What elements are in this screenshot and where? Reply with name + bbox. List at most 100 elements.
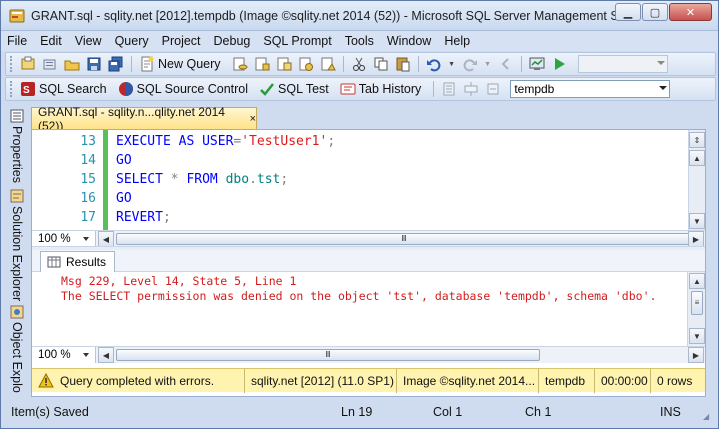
messages-pane[interactable]: Msg 229, Level 14, State 5, Line 1 The S… [32,272,687,346]
connect-icon[interactable] [463,81,479,97]
editor-vertical-scrollbar[interactable]: ⇕ ▲ ▼ [688,130,705,230]
split-handle-icon[interactable]: ⇕ [689,132,705,148]
code-line[interactable]: 17 REVERT; [32,208,688,227]
status-message-text: Query completed with errors. [60,373,215,388]
menu-window[interactable]: Window [387,34,431,48]
change-connection-icon[interactable] [485,81,501,97]
code-line[interactable]: 13 EXECUTE AS USER='TestUser1'; [32,132,688,151]
sql-test-button[interactable]: SQL Test [278,82,329,96]
minimize-button[interactable]: ▁ [615,3,641,21]
side-tab-solution-explorer[interactable]: Solution Explorer [7,189,27,301]
scroll-right-button[interactable]: ▶ [688,231,704,247]
save-icon[interactable] [86,56,102,72]
maximize-button[interactable]: ▢ [642,3,668,21]
undo-icon[interactable] [426,56,442,72]
database-select[interactable]: tempdb [510,80,671,98]
vertical-scroll-thumb[interactable]: ≡ [691,291,703,315]
scroll-left-button[interactable]: ◀ [98,347,114,363]
sql-test-icon[interactable] [259,81,275,97]
solution-config-combo[interactable] [577,55,668,73]
scroll-down-button[interactable]: ▼ [689,213,705,229]
tab-results[interactable]: Results [40,251,116,272]
results-vertical-scrollbar[interactable]: ▲ ≡ ▼ [687,272,705,346]
scroll-right-button[interactable]: ▶ [688,347,704,363]
code-text: SELECT * FROM dbo.tst; [116,170,288,189]
side-tab-object-explorer[interactable]: Object Explo [7,305,27,393]
chevron-down-icon [83,353,89,357]
toolbar-grip[interactable] [10,56,13,72]
new-query-icon[interactable] [139,56,155,72]
status-insert-mode: INS [660,405,681,419]
add-item-icon[interactable] [42,56,58,72]
save-all-icon[interactable] [108,56,124,72]
scroll-up-button[interactable]: ▲ [689,150,705,166]
chevron-down-icon [656,61,665,65]
nav-back-icon[interactable] [498,56,514,72]
analysis-query-icon[interactable] [254,56,270,72]
cut-icon[interactable] [351,56,367,72]
redo-dropdown-icon[interactable]: ▼ [484,56,492,72]
editor-zoom-select[interactable]: 100 % [32,231,96,247]
paste-icon[interactable] [395,56,411,72]
sql-search-button[interactable]: SQL Search [39,82,107,96]
dmx-query-icon[interactable] [320,56,336,72]
status-elapsed-time: 00:00:00 [594,368,650,393]
copy-icon[interactable] [373,56,389,72]
horizontal-scroll-thumb[interactable]: Ⅲ [116,233,692,245]
menu-debug[interactable]: Debug [214,34,251,48]
code-line[interactable]: 16 GO [32,189,688,208]
menu-edit[interactable]: Edit [40,34,62,48]
menu-help[interactable]: Help [444,34,470,48]
scroll-left-button[interactable]: ◀ [98,231,114,247]
menu-sql-prompt[interactable]: SQL Prompt [263,34,331,48]
code-token: GO [116,153,132,168]
maximize-icon: ▢ [649,6,661,19]
sql-search-icon[interactable]: S [20,81,36,97]
undo-dropdown-icon[interactable]: ▼ [448,56,456,72]
line-number: 16 [80,191,96,206]
menu-file[interactable]: File [7,34,27,48]
mdx-query-icon[interactable] [276,56,292,72]
query-options-icon[interactable] [441,81,457,97]
activity-monitor-icon[interactable] [529,56,545,72]
code-token: ; [162,210,171,225]
side-tab-properties[interactable]: Properties [7,109,27,183]
results-zoom-select[interactable]: 100 % [32,347,96,363]
open-file-icon[interactable] [64,56,80,72]
tab-history-icon[interactable] [340,81,356,97]
menu-project[interactable]: Project [162,34,201,48]
code-line[interactable]: 15 SELECT * FROM dbo.tst; [32,170,688,189]
menu-query[interactable]: Query [115,34,149,48]
sql-source-control-icon[interactable] [118,81,134,97]
scroll-up-button[interactable]: ▲ [689,273,705,289]
redo-icon[interactable] [462,56,478,72]
new-query-label[interactable]: New Query [158,57,221,71]
warning-icon [38,372,54,387]
toolbar-separator [342,56,344,72]
horizontal-scroll-thumb[interactable]: Ⅲ [116,349,540,361]
scroll-down-button[interactable]: ▼ [689,328,705,344]
close-icon[interactable]: × [250,113,256,125]
status-char: Ch 1 [525,405,552,419]
line-number: 13 [80,134,96,149]
tab-history-button[interactable]: Tab History [359,82,422,96]
code-editor[interactable]: 13 EXECUTE AS USER='TestUser1'; 14 GO 15 SELE… [32,130,688,230]
sql-source-control-button[interactable]: SQL Source Control [137,82,248,96]
menu-view[interactable]: View [75,34,102,48]
results-grid-icon [47,256,61,268]
code-line[interactable]: 14 GO [32,151,688,170]
document-tab-grant-sql[interactable]: GRANT.sql - sqlity.n...qlity.net 2014 (5… [31,105,257,133]
status-column: Col 1 [433,405,463,419]
close-button[interactable]: ✕ [669,3,712,21]
xmla-query-icon[interactable] [298,56,314,72]
ssms-window: GRANT.sql - sqlity.net [2012].tempdb (Im… [0,0,719,429]
start-debug-icon[interactable] [551,56,567,72]
menu-tools[interactable]: Tools [345,34,374,48]
code-token: dbo [225,172,250,187]
toolbar-grip[interactable] [10,81,13,97]
new-project-icon[interactable] [20,56,36,72]
resize-grip-icon[interactable]: ◢ [703,412,709,421]
db-engine-query-icon[interactable] [232,56,248,72]
menu-bar: File Edit View Query Project Debug SQL P… [1,31,718,51]
results-horizontal-scrollbar: 100 % ◀ Ⅲ ▶ [32,346,705,363]
